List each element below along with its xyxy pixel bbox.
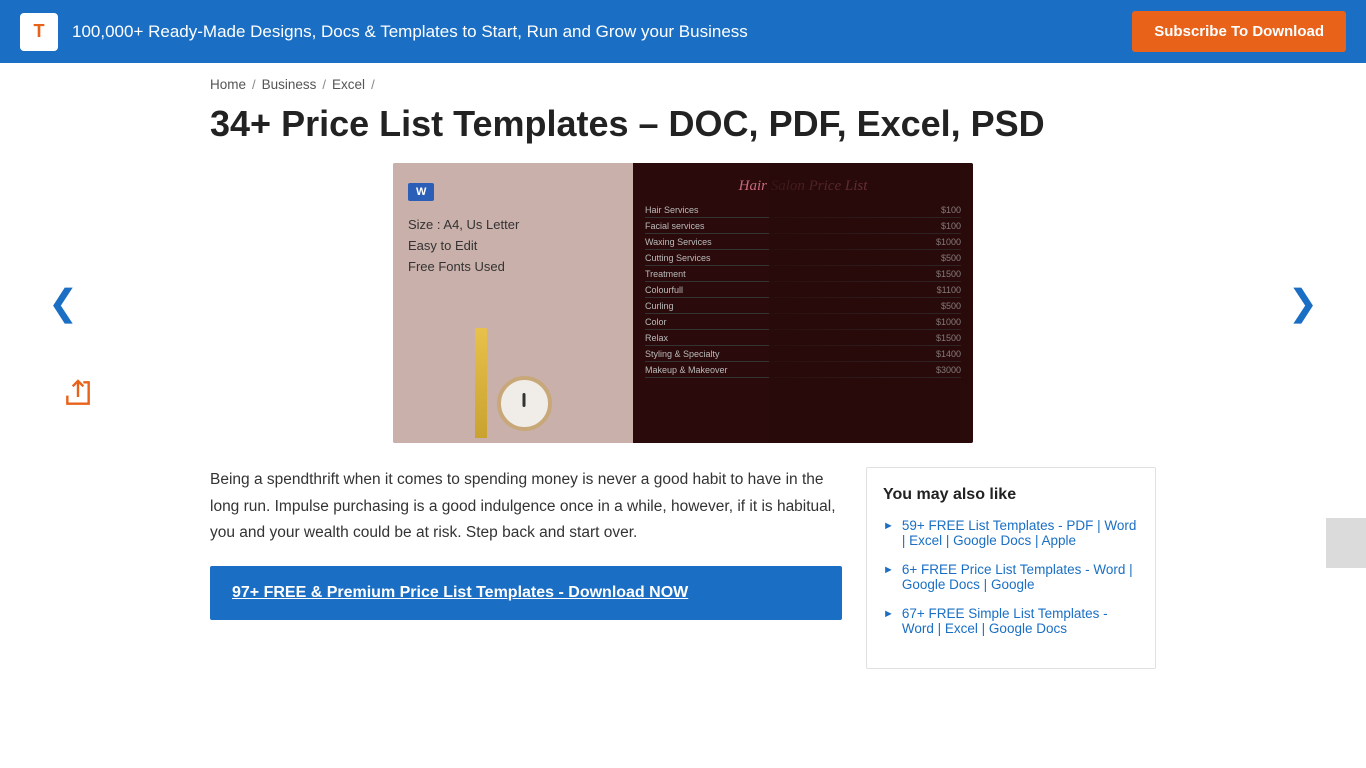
sidebar-box: You may also like ► 59+ FREE List Templat…: [866, 467, 1156, 669]
sidebar-link-text: 67+ FREE Simple List Templates - Word | …: [902, 606, 1139, 636]
banner-tagline: 100,000+ Ready-Made Designs, Docs & Temp…: [72, 22, 748, 42]
breadcrumb-sep-3: /: [371, 77, 375, 92]
cta-box: 97+ FREE & Premium Price List Templates …: [210, 566, 842, 620]
sidebar-link-item[interactable]: ► 6+ FREE Price List Templates - Word | G…: [883, 562, 1139, 592]
decorative-items: [393, 303, 633, 443]
sidebar-link-item[interactable]: ► 59+ FREE List Templates - PDF | Word | …: [883, 518, 1139, 548]
sidebar-title: You may also like: [883, 486, 1139, 504]
breadcrumb-business[interactable]: Business: [262, 77, 317, 92]
subscribe-button[interactable]: Subscribe To Download: [1132, 11, 1346, 52]
breadcrumb-excel[interactable]: Excel: [332, 77, 365, 92]
breadcrumb-home[interactable]: Home: [210, 77, 246, 92]
two-column-layout: Being a spendthrift when it comes to spe…: [210, 467, 1156, 669]
sidebar-link-text: 59+ FREE List Templates - PDF | Word | E…: [902, 518, 1139, 548]
cta-link[interactable]: 97+ FREE & Premium Price List Templates …: [232, 584, 688, 601]
sidebar-arrow-icon: ►: [883, 564, 894, 576]
carousel-next-button[interactable]: ❯: [1280, 277, 1326, 329]
share-button[interactable]: [62, 377, 94, 413]
image-left-text: Size : A4, Us Letter Easy to Edit Free F…: [408, 215, 519, 277]
sidebar-link-item[interactable]: ► 67+ FREE Simple List Templates - Word |…: [883, 606, 1139, 636]
breadcrumb-sep-2: /: [322, 77, 326, 92]
sidebar-link-text: 6+ FREE Price List Templates - Word | Go…: [902, 562, 1139, 592]
image-right-panel: Hair Salon Price List Hair Services$100F…: [633, 163, 973, 443]
sidebar-arrow-icon: ►: [883, 520, 894, 532]
main-content: Home / Business / Excel / 34+ Price List…: [0, 63, 1366, 669]
brand-logo: T: [20, 13, 58, 51]
carousel-prev-button[interactable]: ❮: [40, 277, 86, 329]
page-title: 34+ Price List Templates – DOC, PDF, Exc…: [210, 102, 1156, 145]
banner-left: T 100,000+ Ready-Made Designs, Docs & Te…: [20, 13, 748, 51]
main-column: Being a spendthrift when it comes to spe…: [210, 467, 842, 620]
breadcrumb-sep-1: /: [252, 77, 256, 92]
breadcrumb: Home / Business / Excel /: [210, 63, 1156, 102]
scroll-indicator[interactable]: [1326, 518, 1366, 568]
word-badge: W: [408, 183, 434, 201]
pencil-decoration: [475, 328, 487, 438]
sidebar: You may also like ► 59+ FREE List Templat…: [866, 467, 1156, 669]
face-overlay: [769, 163, 973, 443]
share-icon: [62, 377, 94, 413]
sidebar-arrow-icon: ►: [883, 608, 894, 620]
image-left-panel: W Size : A4, Us Letter Easy to Edit Free…: [393, 163, 633, 443]
carousel-wrapper: ❮ W Size : A4, Us Letter Easy to Edit Fr…: [210, 163, 1156, 443]
watch-decoration: [497, 376, 552, 431]
top-banner: T 100,000+ Ready-Made Designs, Docs & Te…: [0, 0, 1366, 63]
hero-image: W Size : A4, Us Letter Easy to Edit Free…: [393, 163, 973, 443]
sidebar-links: ► 59+ FREE List Templates - PDF | Word | …: [883, 518, 1139, 636]
description-text: Being a spendthrift when it comes to spe…: [210, 467, 842, 546]
